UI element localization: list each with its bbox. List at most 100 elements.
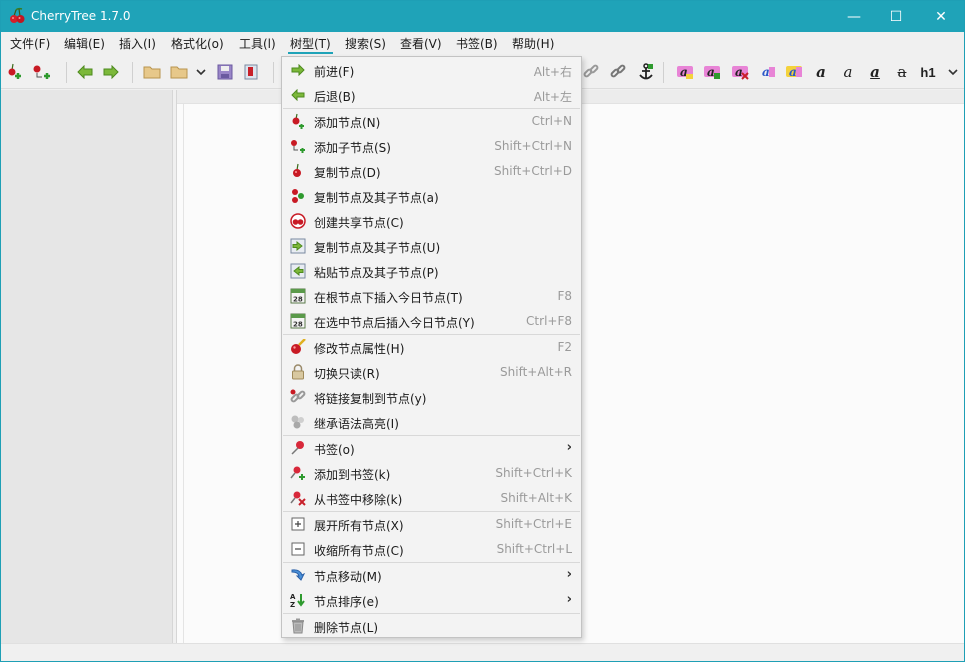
status-bar [1,643,964,661]
anchor-icon[interactable] [636,62,656,82]
menu-item-bookmarks[interactable]: 书签(o) › [282,436,581,461]
menu-item-insert-today-after[interactable]: 28 在选中节点后插入今日节点(Y) Ctrl+F8 [282,309,581,334]
menu-tools[interactable]: 工具(l) [237,35,278,54]
bold-a-icon[interactable]: a [811,62,831,82]
export-icon[interactable] [241,62,261,82]
menu-item-move-node[interactable]: 节点移动(M) › [282,563,581,588]
menu-item-shortcut: Shift+Ctrl+D [494,164,572,178]
menu-item-remove-bookmark[interactable]: 从书签中移除(k) Shift+Alt+K [282,486,581,511]
italic-a-icon[interactable]: a [838,62,858,82]
menu-item-forward[interactable]: 前进(F) Alt+右 [282,58,581,83]
highlight-a-2-icon[interactable]: a [702,62,722,82]
open-folder-icon[interactable] [142,62,162,82]
menu-file[interactable]: 文件(F) [8,35,52,54]
link-icon[interactable] [581,62,601,82]
menu-item-label: 节点移动(M) [314,570,382,584]
menu-item-label: 删除节点(L) [314,621,379,635]
menu-edit[interactable]: 编辑(E) [62,35,107,54]
expand-all-icon [290,516,306,532]
menu-item-back[interactable]: 后退(B) Alt+左 [282,83,581,108]
calendar-icon: 28 [290,288,306,304]
menu-item-label: 从书签中移除(k) [314,493,403,507]
chevron-down-icon[interactable] [191,62,211,82]
menu-item-inherit-syntax[interactable]: 继承语法高亮(I) [282,410,581,435]
copy-tree-icon [290,238,306,254]
menu-item-collapse-all[interactable]: 收缩所有节点(C) Shift+Ctrl+L [282,537,581,562]
link-alt-icon[interactable] [608,62,628,82]
pushpin-add-icon [290,465,306,481]
editor-margin-line [183,104,184,643]
underline-a-icon[interactable]: a [865,62,885,82]
menu-insert[interactable]: 插入(I) [117,35,158,54]
menu-item-duplicate-tree[interactable]: 复制节点及其子节点(a) [282,184,581,209]
minimize-button[interactable]: — [831,1,877,32]
menu-item-shortcut: Shift+Ctrl+E [495,517,572,531]
highlight-a-3-icon[interactable]: a [730,62,750,82]
menu-item-label: 前进(F) [314,65,355,79]
close-button[interactable]: ✕ [918,1,964,32]
menu-item-insert-today-root[interactable]: 28 在根节点下插入今日节点(T) F8 [282,284,581,309]
go-forward-icon[interactable] [101,62,121,82]
menu-format[interactable]: 格式化(o) [169,35,226,54]
maximize-button[interactable]: ☐ [873,1,919,32]
menu-item-add-subnode[interactable]: 添加子节点(S) Shift+Ctrl+N [282,134,581,159]
menu-item-expand-all[interactable]: 展开所有节点(X) Shift+Ctrl+E [282,512,581,537]
menu-item-shortcut: Ctrl+F8 [526,314,572,328]
menu-search[interactable]: 搜索(S) [343,35,388,54]
svg-text:a: a [789,65,797,79]
menu-item-sort-nodes[interactable]: AZ 节点排序(e) › [282,588,581,613]
menu-item-label: 添加节点(N) [314,116,381,130]
menu-tree[interactable]: 树型(T) [288,35,333,54]
highlight-a-5-icon[interactable]: a [784,62,804,82]
menu-item-shortcut: Alt+右 [533,65,572,79]
tree-pane[interactable] [1,90,172,643]
heading-icon[interactable]: h1 [918,62,938,82]
chevron-down-icon[interactable] [943,62,963,82]
highlight-a-4-icon[interactable]: a [757,62,777,82]
back-arrow-icon [290,87,306,103]
menu-item-edit-node-properties[interactable]: 修改节点属性(H) F2 [282,335,581,360]
toolbar-separator [273,62,274,83]
menu-item-shortcut: Shift+Alt+K [500,491,572,505]
shared-node-icon [290,213,306,229]
trash-icon [290,618,306,634]
chevron-right-icon: › [566,567,572,582]
menu-item-copy-link-to-node[interactable]: 将链接复制到节点(y) [282,385,581,410]
menu-item-label: 复制节点(D) [314,166,381,180]
menu-item-label: 复制节点及其子节点(U) [314,241,441,255]
toolbar-separator [66,62,67,83]
highlight-a-1-icon[interactable]: a [675,62,695,82]
menu-item-create-shared-node[interactable]: 创建共享节点(C) [282,209,581,234]
menu-item-paste-tree[interactable]: 粘贴节点及其子节点(P) [282,259,581,284]
save-icon[interactable] [215,62,235,82]
menu-item-copy-tree[interactable]: 复制节点及其子节点(U) [282,234,581,259]
calendar-icon: 28 [290,313,306,329]
menu-item-add-node[interactable]: 添加节点(N) Ctrl+N [282,109,581,134]
add-subnode-icon[interactable] [32,62,52,82]
add-node-icon[interactable] [4,62,24,82]
strikethrough-a-icon[interactable]: a [892,62,912,82]
menu-item-delete-node[interactable]: 删除节点(L) [282,614,581,639]
menu-item-shortcut: Shift+Ctrl+K [495,466,572,480]
cherry-app-icon [9,7,27,25]
menu-item-label: 节点排序(e) [314,595,379,609]
menu-bookmarks[interactable]: 书签(B) [454,35,500,54]
menu-item-shortcut: Shift+Ctrl+N [494,139,572,153]
forward-arrow-icon [290,62,306,78]
menu-help[interactable]: 帮助(H) [510,35,556,54]
menu-item-toggle-readonly[interactable]: 切换只读(R) Shift+Alt+R [282,360,581,385]
svg-text:28: 28 [293,296,303,304]
menu-item-shortcut: F2 [557,340,572,354]
open-folder-dropdown-icon[interactable] [169,62,189,82]
menu-bar: 文件(F) 编辑(E) 插入(I) 格式化(o) 工具(l) 树型(T) 搜索(… [1,32,964,56]
menu-view[interactable]: 查看(V) [398,35,444,54]
go-back-icon[interactable] [75,62,95,82]
duplicate-node-icon [290,163,306,179]
menu-item-add-bookmark[interactable]: 添加到书签(k) Shift+Ctrl+K [282,461,581,486]
menu-item-label: 在选中节点后插入今日节点(Y) [314,316,475,330]
menu-item-duplicate-node[interactable]: 复制节点(D) Shift+Ctrl+D [282,159,581,184]
menu-item-label: 切换只读(R) [314,367,380,381]
app-window: CherryTree 1.7.0 — ☐ ✕ 文件(F) 编辑(E) 插入(I)… [0,0,965,662]
menu-item-label: 创建共享节点(C) [314,216,404,230]
menu-item-label: 展开所有节点(X) [314,519,404,533]
